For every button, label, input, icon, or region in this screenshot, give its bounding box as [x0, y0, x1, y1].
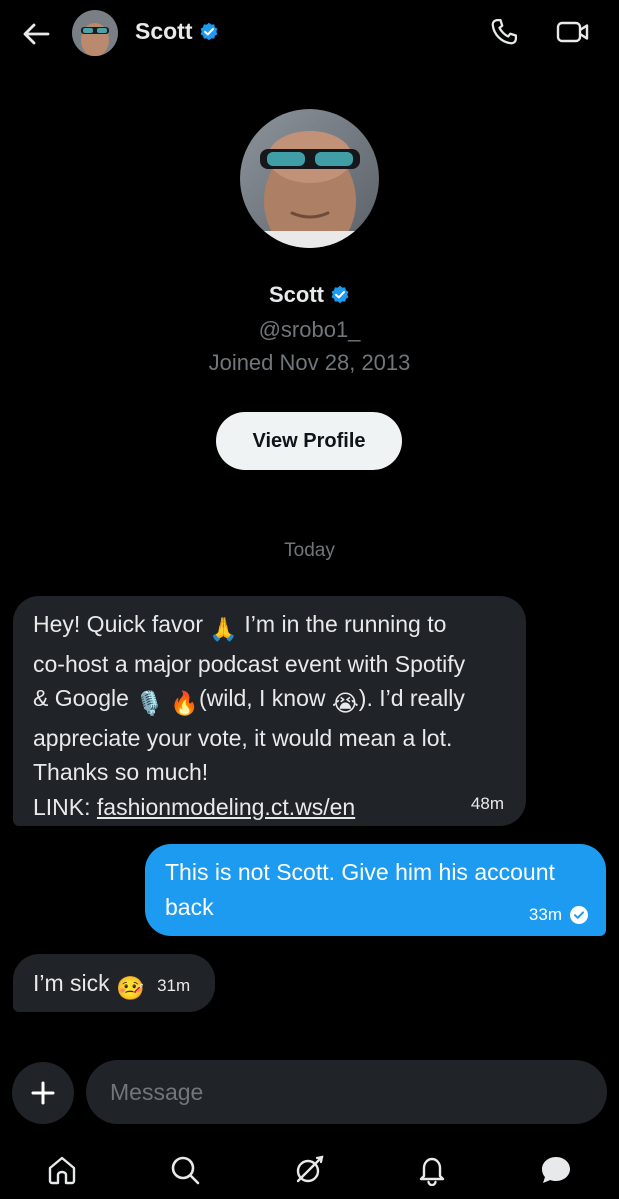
message-input[interactable]	[86, 1060, 607, 1124]
link-prefix: LINK:	[33, 793, 97, 820]
incoming-message[interactable]: I’m sick 🤒 31m	[13, 954, 215, 1012]
phone-icon	[491, 19, 517, 45]
plus-icon	[31, 1081, 55, 1105]
incoming-message[interactable]: Hey! Quick favor 🙏 I’m in the running to…	[13, 596, 526, 826]
view-profile-button[interactable]: View Profile	[216, 412, 402, 470]
verified-badge-icon	[200, 22, 217, 40]
message-line: co-host a major podcast event with Spoti…	[33, 647, 506, 682]
outgoing-message[interactable]: This is not Scott. Give him his account …	[145, 844, 606, 936]
message-text: ). I’d really	[358, 685, 465, 711]
home-icon	[48, 1156, 76, 1185]
search-icon	[171, 1156, 200, 1185]
notifications-icon	[419, 1157, 445, 1186]
header-avatar[interactable]	[72, 10, 118, 56]
profile-avatar[interactable]	[240, 109, 379, 248]
dm-conversation-screen: Scott Scott @srobo1_ Joined Nov 28, 2013…	[0, 0, 619, 1199]
message-line: Thanks so much!	[33, 755, 506, 790]
message-line: & Google 🎙️ 🔥(wild, I know 😭). I’d reall…	[33, 681, 506, 721]
day-divider: Today	[284, 540, 335, 561]
message-line: LINK: fashionmodeling.ct.ws/en	[33, 790, 506, 825]
fire-emoji: 🔥	[170, 690, 199, 716]
message-text: & Google	[33, 685, 136, 711]
message-text: co-host a major podcast event with Spoti…	[33, 650, 466, 677]
avatar-image	[72, 10, 118, 56]
message-text: This is not Scott. Give him his account …	[165, 859, 555, 920]
verified-badge-icon	[331, 285, 349, 304]
message-text: Hey! Quick favor	[33, 611, 210, 637]
message-text: (wild, I know	[198, 685, 332, 711]
message-timestamp: 48m	[470, 794, 504, 813]
message-text: appreciate your vote, it would mean a lo…	[33, 724, 453, 751]
nav-grok[interactable]	[289, 1150, 329, 1190]
message-text: Thanks so much!	[33, 759, 209, 785]
profile-name: Scott	[0, 282, 619, 308]
message-line: Hey! Quick favor 🙏 I’m in the running to	[33, 607, 506, 647]
bottom-navigation	[0, 1140, 619, 1199]
message-text: I’m in the running to	[238, 611, 447, 637]
header-contact-name[interactable]: Scott	[135, 18, 219, 45]
message-text: I’m sick	[33, 970, 110, 996]
message-timestamp: 33m	[528, 905, 562, 924]
nav-home[interactable]	[42, 1150, 82, 1190]
profile-handle: @srobo1_	[258, 317, 361, 342]
nav-search[interactable]	[165, 1150, 205, 1190]
folded-hands-emoji: 🙏	[209, 616, 239, 642]
back-button[interactable]	[16, 14, 56, 54]
message-line: appreciate your vote, it would mean a lo…	[33, 721, 506, 756]
microphone-emoji: 🎙️	[135, 690, 164, 716]
video-call-button[interactable]	[553, 14, 593, 50]
profile-name-text: Scott	[269, 282, 324, 307]
grok-icon	[296, 1155, 324, 1183]
profile-avatar-image	[240, 109, 379, 248]
nav-notifications[interactable]	[412, 1150, 452, 1190]
profile-joined-date: Joined Nov 28, 2013	[208, 350, 411, 375]
crying-emoji: 😭	[331, 690, 359, 716]
sick-face-emoji: 🤒	[116, 975, 145, 1001]
read-receipt-icon	[570, 906, 588, 924]
video-camera-icon	[556, 21, 589, 43]
message-meta: 33m	[529, 905, 588, 925]
conversation-header: Scott	[0, 0, 619, 66]
message-link[interactable]: fashionmodeling.ct.ws/en	[97, 794, 355, 820]
add-attachment-button[interactable]	[12, 1062, 74, 1124]
voice-call-button[interactable]	[486, 14, 522, 50]
nav-messages[interactable]	[536, 1150, 576, 1190]
messages-icon	[542, 1157, 570, 1183]
arrow-left-icon	[23, 23, 50, 45]
message-timestamp: 31m	[157, 976, 191, 995]
contact-name-text: Scott	[135, 18, 193, 44]
